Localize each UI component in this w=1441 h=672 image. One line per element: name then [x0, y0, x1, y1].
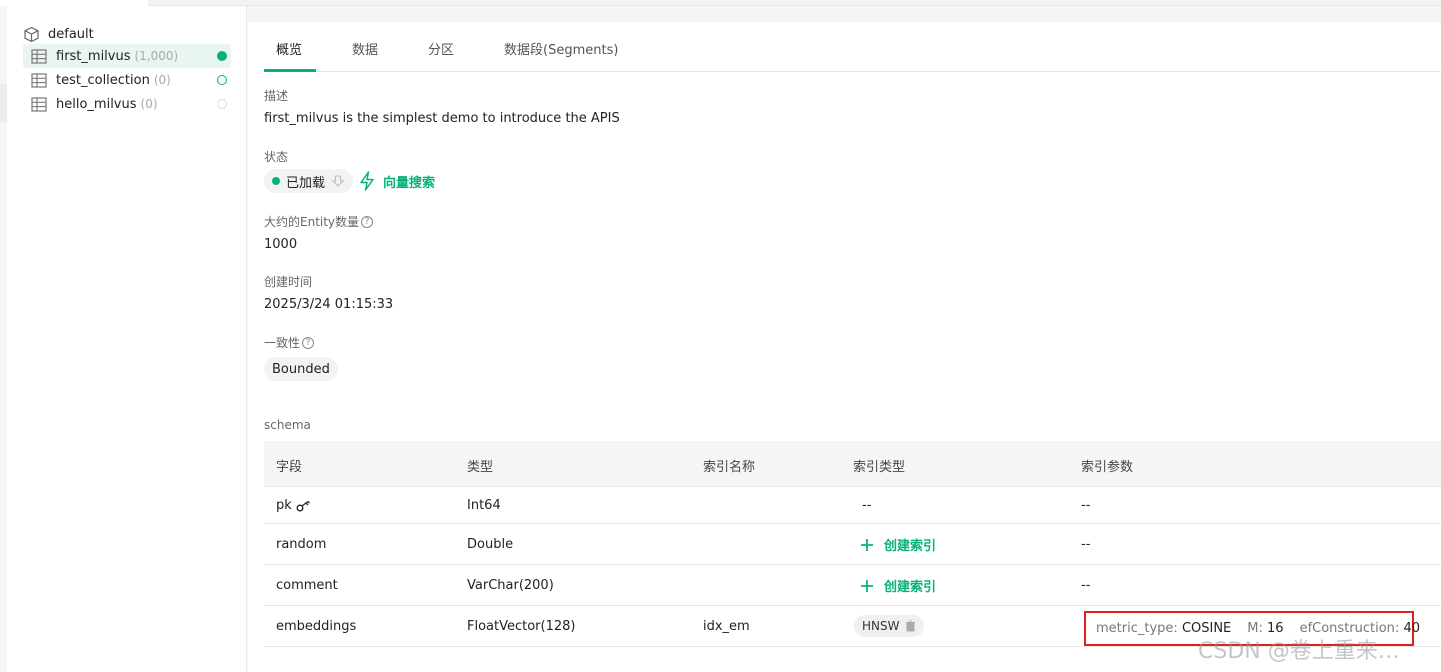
collection-sidebar: default first_milvus (1,000) test_collec…	[7, 6, 247, 672]
index-name-cell: idx_em	[703, 619, 750, 634]
table-header: 字段 类型 索引名称 索引类型 索引参数	[264, 441, 1441, 487]
tab-overview[interactable]: 概览	[276, 39, 302, 58]
schema-label: schema	[264, 418, 311, 432]
header-field: 字段	[276, 460, 303, 475]
left-edge-panel	[0, 84, 7, 122]
index-params-cell: --	[1081, 498, 1091, 513]
entity-count-label: 大约的Entity数量 ?	[264, 213, 374, 230]
header-type: 类型	[467, 460, 494, 475]
index-type-badge[interactable]: HNSW	[854, 615, 925, 637]
table-icon	[31, 48, 47, 64]
status-badge[interactable]: 已加载	[264, 169, 354, 193]
create-index-text: 创建索引	[884, 539, 937, 554]
type-cell: FloatVector(128)	[467, 619, 576, 634]
plus-icon	[861, 538, 873, 551]
index-type-text: HNSW	[862, 619, 900, 633]
plus-icon	[861, 579, 873, 592]
header-index-params: 索引参数	[1081, 460, 1134, 475]
vector-search-link[interactable]: 向量搜索	[358, 171, 435, 191]
create-index-button[interactable]: 创建索引	[860, 576, 936, 595]
tab-bar: 概览 数据 分区 数据段(Segments)	[264, 22, 1441, 72]
collection-count: (0)	[153, 73, 171, 87]
help-icon[interactable]: ?	[302, 336, 315, 349]
tab-partitions[interactable]: 分区	[428, 39, 454, 58]
created-time-label: 创建时间	[264, 275, 313, 289]
index-params-cell: --	[1081, 537, 1091, 552]
consistency-badge: Bounded	[264, 357, 338, 381]
sidebar-item-test-collection[interactable]: test_collection (0)	[23, 68, 231, 92]
field-name: random	[276, 537, 327, 552]
table-row: random Double 创建索引 --	[264, 524, 1441, 565]
sidebar-item-hello-milvus[interactable]: hello_milvus (0)	[23, 92, 231, 116]
loaded-dot	[272, 177, 280, 185]
description-value: first_milvus is the simplest demo to int…	[264, 111, 620, 126]
consistency-value: Bounded	[272, 361, 330, 377]
collection-count: (1,000)	[134, 49, 179, 63]
sidebar-item-first-milvus[interactable]: first_milvus (1,000)	[23, 44, 231, 68]
status-text: 已加载	[286, 175, 326, 191]
collection-name: first_milvus	[56, 48, 131, 64]
description-label: 描述	[264, 89, 289, 103]
database-item-default[interactable]: default	[23, 24, 94, 44]
watermark: CSDN @卷上重来…	[1198, 639, 1400, 664]
create-index-button[interactable]: 创建索引	[860, 535, 936, 554]
primary-key-icon	[296, 500, 310, 511]
index-params-cell: --	[1081, 578, 1091, 593]
schema-table: 字段 类型 索引名称 索引类型 索引参数 pk Int64 -- -- rand…	[264, 441, 1441, 647]
type-cell: Double	[467, 537, 514, 552]
consistency-label: 一致性 ?	[264, 334, 315, 351]
table-icon	[31, 72, 47, 88]
entity-count-label-text: 大约的Entity数量	[264, 215, 360, 229]
header-index-name: 索引名称	[703, 460, 756, 475]
collection-name: hello_milvus	[56, 96, 137, 112]
consistency-label-text: 一致性	[264, 336, 301, 350]
table-icon	[31, 96, 47, 112]
tab-data[interactable]: 数据	[352, 39, 378, 58]
field-name: embeddings	[276, 619, 357, 634]
status-dot-loaded	[217, 51, 227, 61]
trash-icon[interactable]	[905, 620, 916, 632]
entity-count-value: 1000	[264, 237, 298, 252]
collection-name: test_collection	[56, 72, 150, 88]
ef-construction-value: 40	[1403, 621, 1420, 636]
metric-type-key: metric_type:	[1096, 621, 1178, 636]
type-cell: Int64	[467, 498, 501, 513]
database-name: default	[48, 26, 94, 42]
tab-segments[interactable]: 数据段(Segments)	[504, 39, 618, 58]
database-cube-icon	[24, 26, 39, 42]
table-row: comment VarChar(200) 创建索引 --	[264, 565, 1441, 606]
header-index-type: 索引类型	[853, 460, 906, 475]
type-cell: VarChar(200)	[467, 578, 554, 593]
create-index-text: 创建索引	[884, 580, 937, 595]
field-cell: pk	[276, 498, 311, 513]
help-icon[interactable]: ?	[361, 215, 374, 228]
index-type-cell: --	[862, 498, 872, 513]
status-dot-ring	[217, 75, 227, 85]
field-name: pk	[276, 498, 292, 513]
collection-detail-panel: 概览 数据 分区 数据段(Segments) 描述 first_milvus i…	[248, 22, 1441, 672]
status-dot-empty	[217, 99, 227, 109]
field-name: comment	[276, 578, 338, 593]
release-icon	[331, 175, 345, 187]
created-time-value: 2025/3/24 01:15:33	[264, 297, 394, 312]
status-label: 状态	[264, 150, 289, 164]
lightning-icon	[360, 171, 374, 191]
vector-search-text: 向量搜索	[383, 175, 436, 191]
collection-count: (0)	[140, 97, 158, 111]
active-tab-indicator	[264, 69, 316, 72]
table-row: pk Int64 -- --	[264, 487, 1441, 524]
